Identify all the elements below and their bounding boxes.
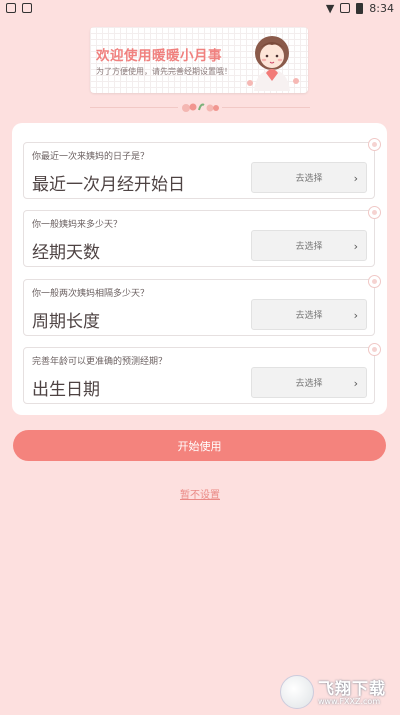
field-hint: 你一般两次姨妈相隔多少天？ — [32, 289, 150, 299]
divider-line — [90, 107, 178, 108]
start-button[interactable]: 开始使用 — [13, 430, 386, 461]
clock: 8:34 — [369, 1, 394, 15]
watermark-logo-icon — [280, 675, 314, 709]
chevron-right-icon: › — [353, 309, 358, 322]
corner-decoration-icon — [368, 343, 381, 356]
app-notification-icon — [22, 3, 32, 13]
banner-subtitle: 为了方便使用，请先完善经期设置哦！ — [96, 67, 232, 76]
screenshot-icon — [6, 3, 16, 13]
field-label: 出生日期 — [32, 380, 100, 400]
wifi-icon: ▼ — [325, 1, 335, 15]
field-label: 最近一次月经开始日 — [32, 175, 185, 195]
period-length-field[interactable]: 你一般姨妈来多少天？ 经期天数 去选择 › — [23, 206, 381, 267]
field-hint: 你最近一次来姨妈的日子是？ — [32, 152, 150, 162]
status-right: ▼ 8:34 — [326, 2, 394, 15]
select-button-label: 去选择 — [295, 242, 323, 252]
divider-line — [222, 107, 310, 108]
period-length-select-button[interactable]: 去选择 › — [251, 230, 367, 261]
chevron-right-icon: › — [353, 377, 358, 390]
select-button-label: 去选择 — [295, 379, 323, 389]
field-label: 周期长度 — [32, 312, 100, 332]
corner-decoration-icon — [368, 275, 381, 288]
skip-setup-link[interactable]: 暂不设置 — [0, 486, 400, 501]
watermark-url: www.FXXZ.com — [318, 697, 381, 706]
last-period-field[interactable]: 你最近一次来姨妈的日子是？ 最近一次月经开始日 去选择 › — [23, 138, 381, 199]
corner-decoration-icon — [368, 206, 381, 219]
cycle-length-select-button[interactable]: 去选择 › — [251, 299, 367, 330]
watermark: 飞翔下载 www.FXXZ.com — [280, 675, 395, 711]
last-period-select-button[interactable]: 去选择 › — [251, 162, 367, 193]
flowers-icon — [182, 103, 219, 112]
watermark-text: 飞翔下载 — [318, 679, 387, 698]
battery-icon — [356, 2, 364, 14]
field-label: 经期天数 — [32, 243, 100, 263]
cycle-length-field[interactable]: 你一般两次姨妈相隔多少天？ 周期长度 去选择 › — [23, 275, 381, 336]
welcome-banner: 欢迎使用暖暖小月事 为了方便使用，请先完善经期设置哦！ — [90, 27, 308, 93]
corner-decoration-icon — [368, 138, 381, 151]
chevron-right-icon: › — [353, 240, 358, 253]
cycle-settings-card: 你最近一次来姨妈的日子是？ 最近一次月经开始日 去选择 › 你一般姨妈来多少天？… — [12, 123, 387, 415]
birth-date-select-button[interactable]: 去选择 › — [251, 367, 367, 398]
field-hint: 你一般姨妈来多少天？ — [32, 220, 123, 230]
sim-icon — [340, 3, 351, 13]
decorative-divider — [90, 101, 310, 113]
select-button-label: 去选择 — [295, 174, 323, 184]
select-button-label: 去选择 — [295, 311, 323, 321]
banner-title: 欢迎使用暖暖小月事 — [96, 48, 222, 64]
field-hint: 完善年龄可以更准确的预测经期？ — [32, 357, 168, 367]
chevron-right-icon: › — [353, 172, 358, 185]
status-bar: ▼ 8:34 — [0, 0, 400, 16]
girl-illustration-icon — [247, 36, 299, 91]
birth-date-field[interactable]: 完善年龄可以更准确的预测经期？ 出生日期 去选择 › — [23, 343, 381, 404]
status-left — [6, 3, 32, 13]
